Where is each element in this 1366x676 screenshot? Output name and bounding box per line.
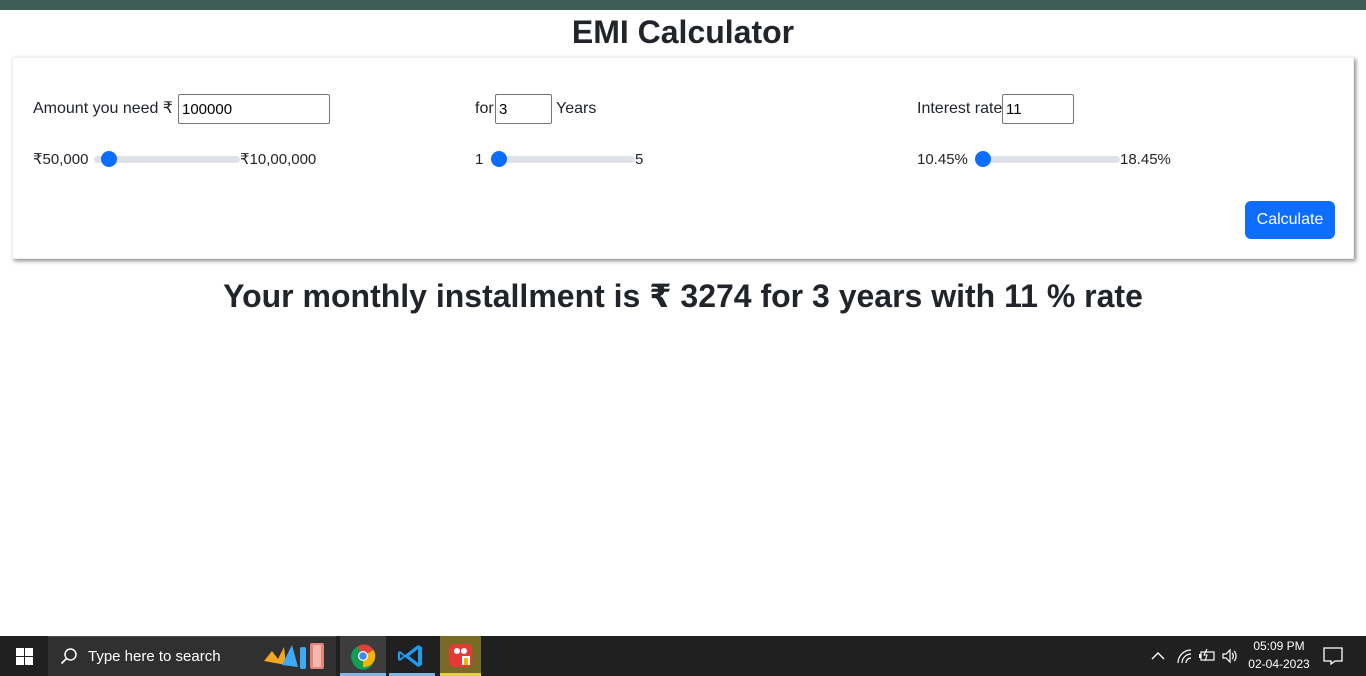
taskbar-paint[interactable] — [440, 636, 481, 676]
paint-icon — [449, 644, 472, 667]
clock-date[interactable]: 02-04-2023 — [1244, 657, 1314, 671]
tenure-unit-label: Years — [556, 100, 597, 117]
tenure-max-label: 5 — [635, 151, 644, 168]
search-placeholder: Type here to search — [88, 648, 221, 665]
interest-max-label: 18.45% — [1120, 151, 1171, 168]
interest-slider[interactable] — [975, 151, 1120, 167]
amount-slider-thumb[interactable] — [101, 151, 117, 167]
page-title: EMI Calculator — [571, 14, 795, 50]
battery-icon[interactable] — [1198, 648, 1216, 664]
interest-min-label: 10.45% — [917, 151, 968, 168]
windows-logo-icon — [16, 648, 33, 665]
amount-label: Amount you need ₹ — [33, 100, 174, 117]
interest-label: Interest rate — [917, 100, 1003, 117]
result-text: Your monthly installment is ₹ 3274 for 3… — [223, 278, 1143, 314]
taskbar-search[interactable]: Type here to search — [48, 636, 336, 676]
calculate-button[interactable]: Calculate — [1245, 201, 1335, 239]
interest-slider-thumb[interactable] — [975, 151, 991, 167]
tenure-slider-track — [491, 156, 635, 163]
tenure-label: for — [475, 100, 494, 117]
taskbar-vscode[interactable] — [389, 636, 435, 676]
interest-input[interactable] — [1002, 94, 1074, 124]
chevron-up-icon[interactable] — [1150, 648, 1166, 664]
top-strip — [0, 0, 1366, 10]
amount-min-label: ₹50,000 — [33, 151, 89, 168]
amount-max-label: ₹10,00,000 — [240, 151, 317, 168]
tenure-min-label: 1 — [475, 151, 484, 168]
search-highlight-icon — [264, 643, 324, 669]
notification-icon[interactable] — [1322, 646, 1344, 666]
interest-slider-track — [975, 156, 1120, 163]
vscode-icon — [398, 645, 422, 667]
chrome-icon — [351, 644, 376, 670]
wifi-icon[interactable] — [1176, 648, 1194, 664]
amount-slider[interactable] — [94, 151, 240, 167]
volume-icon[interactable] — [1221, 648, 1239, 664]
tenure-input[interactable] — [495, 94, 552, 124]
taskbar: Type here to search 05:09 PM 02-04-2023 — [0, 636, 1366, 676]
amount-input[interactable] — [178, 94, 330, 124]
clock-time[interactable]: 05:09 PM — [1244, 639, 1314, 653]
search-icon — [60, 648, 77, 665]
tenure-slider[interactable] — [491, 151, 635, 167]
start-button[interactable] — [0, 636, 48, 676]
emi-form-card: Amount you need ₹ ₹50,000 ₹10,00,000 for… — [12, 57, 1354, 259]
taskbar-chrome[interactable] — [340, 636, 386, 676]
tenure-slider-thumb[interactable] — [491, 151, 507, 167]
